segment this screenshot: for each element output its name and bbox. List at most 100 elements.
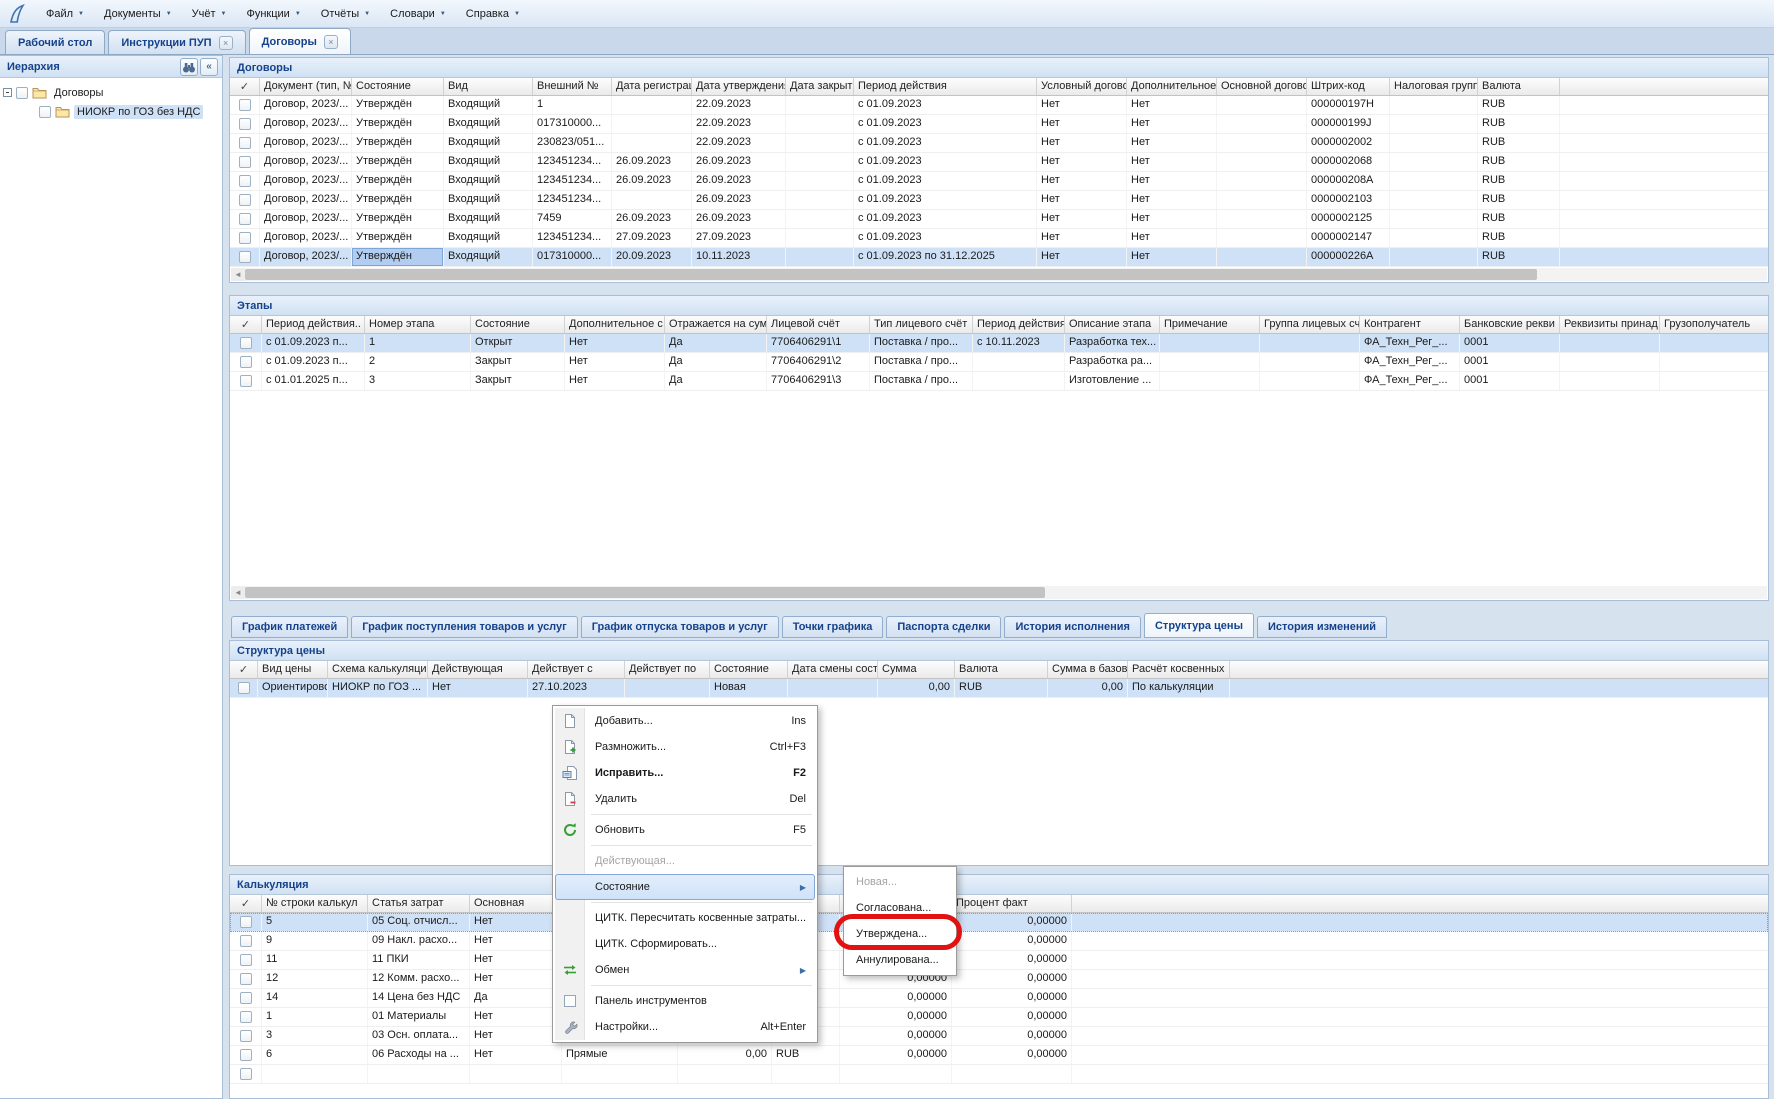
row-checkbox[interactable] bbox=[239, 118, 251, 130]
menu-item-15[interactable]: Панель инструментов bbox=[555, 988, 815, 1014]
row-checkbox[interactable] bbox=[240, 1011, 252, 1023]
tab-1[interactable]: Рабочий стол bbox=[5, 30, 105, 54]
menu-item-1[interactable]: Добавить...Ins bbox=[555, 708, 815, 734]
table-row[interactable]: Договор, 2023/...УтверждёнВходящий123451… bbox=[230, 229, 1768, 248]
column-header[interactable]: Состояние bbox=[352, 78, 444, 95]
contracts-hscrollbar[interactable]: ◄ bbox=[231, 268, 1767, 281]
submenu-item-3[interactable]: Утверждена... bbox=[846, 921, 954, 947]
column-header[interactable]: Дата закрытия bbox=[786, 78, 854, 95]
menu-item-9[interactable]: Состояние▶ bbox=[555, 874, 815, 900]
tree-node-1[interactable]: Договоры bbox=[3, 83, 219, 102]
close-tab-icon[interactable]: × bbox=[324, 35, 338, 49]
column-header[interactable]: Статья затрат bbox=[368, 895, 470, 912]
table-row[interactable]: Договор, 2023/...УтверждёнВходящий017310… bbox=[230, 115, 1768, 134]
column-header[interactable]: Вид bbox=[444, 78, 533, 95]
menubar-item-3[interactable]: Учёт▼ bbox=[182, 3, 237, 25]
column-header[interactable]: Дата смены состоя bbox=[788, 661, 878, 678]
subtab-6[interactable]: История исполнения bbox=[1004, 616, 1141, 638]
scrollbar-thumb[interactable] bbox=[245, 269, 1537, 280]
table-row[interactable]: Договор, 2023/...УтверждёнВходящий017310… bbox=[230, 248, 1768, 267]
menu-item-2[interactable]: Размножить...Ctrl+F3 bbox=[555, 734, 815, 760]
column-header[interactable]: Внешний № bbox=[533, 78, 612, 95]
row-checkbox[interactable] bbox=[239, 99, 251, 111]
menu-item-6[interactable]: ОбновитьF5 bbox=[555, 817, 815, 843]
column-header[interactable]: Реквизиты принад bbox=[1560, 316, 1660, 333]
row-checkbox[interactable] bbox=[238, 682, 250, 694]
row-checkbox[interactable] bbox=[240, 1030, 252, 1042]
column-header[interactable]: ✓ bbox=[230, 895, 262, 912]
menubar-item-1[interactable]: Файл▼ bbox=[36, 3, 94, 25]
row-checkbox[interactable] bbox=[239, 213, 251, 225]
column-header[interactable]: Тип лицевого счёт bbox=[870, 316, 973, 333]
column-header[interactable]: Грузополучатель bbox=[1660, 316, 1768, 333]
column-header[interactable]: № строки калькул bbox=[262, 895, 368, 912]
column-header[interactable]: Лицевой счёт bbox=[767, 316, 870, 333]
menu-item-12[interactable]: ЦИТК. Сформировать... bbox=[555, 931, 815, 957]
row-checkbox[interactable] bbox=[240, 992, 252, 1004]
row-checkbox[interactable] bbox=[239, 156, 251, 168]
row-checkbox[interactable] bbox=[240, 375, 252, 387]
collapse-panel-button[interactable]: « bbox=[200, 58, 218, 76]
column-header[interactable]: Сумма bbox=[878, 661, 955, 678]
column-header[interactable]: Процент факт bbox=[952, 895, 1072, 912]
menubar-item-4[interactable]: Функции▼ bbox=[236, 3, 310, 25]
row-checkbox[interactable] bbox=[239, 232, 251, 244]
column-header[interactable]: Состояние bbox=[710, 661, 788, 678]
menu-item-16[interactable]: Настройки...Alt+Enter bbox=[555, 1014, 815, 1040]
row-checkbox[interactable] bbox=[240, 935, 252, 947]
table-row[interactable]: 1111 ПКИНет0,000000,00000 bbox=[230, 951, 1768, 970]
column-header[interactable]: Основной договор bbox=[1217, 78, 1307, 95]
table-row[interactable]: с 01.09.2023 п...2ЗакрытНетДа7706406291\… bbox=[230, 353, 1768, 372]
table-row[interactable]: Ориентировоч...НИОКР по ГОЗ ...Нет27.10.… bbox=[230, 679, 1768, 698]
column-header[interactable]: Расчёт косвенных bbox=[1128, 661, 1230, 678]
subtab-4[interactable]: Точки графика bbox=[782, 616, 884, 638]
column-header[interactable]: Дата регистрации. bbox=[612, 78, 692, 95]
tab-2[interactable]: Инструкции ПУП× bbox=[108, 30, 245, 54]
tree-node-2[interactable]: НИОКР по ГОЗ без НДС bbox=[3, 102, 219, 121]
submenu-item-4[interactable]: Аннулирована... bbox=[846, 947, 954, 973]
column-header[interactable]: Штрих-код bbox=[1307, 78, 1390, 95]
column-header[interactable]: ✓ bbox=[230, 78, 260, 95]
row-checkbox[interactable] bbox=[240, 337, 252, 349]
table-row[interactable]: 1212 Комм. расхо...Нет0,000000,00000 bbox=[230, 970, 1768, 989]
menubar-item-6[interactable]: Словари▼ bbox=[380, 3, 456, 25]
row-checkbox[interactable] bbox=[239, 251, 251, 263]
search-binoculars-button[interactable] bbox=[180, 58, 198, 76]
column-header[interactable]: Дополнительное с bbox=[1127, 78, 1217, 95]
tree-checkbox[interactable] bbox=[16, 87, 28, 99]
column-header[interactable]: Основная bbox=[470, 895, 562, 912]
subtab-3[interactable]: График отпуска товаров и услуг bbox=[581, 616, 779, 638]
subtab-7[interactable]: Структура цены bbox=[1144, 613, 1254, 638]
expand-collapse-icon[interactable] bbox=[3, 88, 12, 97]
tab-3[interactable]: Договоры× bbox=[249, 28, 351, 54]
column-header[interactable]: Условный договор bbox=[1037, 78, 1127, 95]
row-checkbox[interactable] bbox=[239, 175, 251, 187]
column-header[interactable]: Описание этапа bbox=[1065, 316, 1160, 333]
column-header[interactable]: Налоговая группа. bbox=[1390, 78, 1478, 95]
column-header[interactable]: Состояние bbox=[471, 316, 565, 333]
table-row[interactable]: 606 Расходы на ...НетПрямые0,00RUB0,0000… bbox=[230, 1046, 1768, 1065]
table-row[interactable]: Договор, 2023/...УтверждёнВходящий123451… bbox=[230, 153, 1768, 172]
scroll-left-icon[interactable]: ◄ bbox=[231, 268, 245, 281]
column-header[interactable]: Вид цены bbox=[258, 661, 328, 678]
row-checkbox[interactable] bbox=[239, 194, 251, 206]
tree-checkbox[interactable] bbox=[39, 106, 51, 118]
stages-hscrollbar[interactable]: ◄ bbox=[231, 586, 1767, 599]
column-header[interactable]: Период действия д bbox=[973, 316, 1065, 333]
table-row[interactable]: 505 Соц. отчисл...Нет0,000000,00000 bbox=[230, 913, 1768, 932]
table-row[interactable]: 101 МатериалыНетПрямые0,00RUB0,000000,00… bbox=[230, 1008, 1768, 1027]
column-header[interactable]: Схема калькуляци bbox=[328, 661, 428, 678]
row-checkbox[interactable] bbox=[239, 137, 251, 149]
column-header[interactable]: Валюта bbox=[955, 661, 1048, 678]
column-header[interactable]: Банковские рекви bbox=[1460, 316, 1560, 333]
column-header[interactable]: ✓ bbox=[230, 316, 262, 333]
menu-item-11[interactable]: ЦИТК. Пересчитать косвенные затраты... bbox=[555, 905, 815, 931]
table-row[interactable]: Договор, 2023/...УтверждёнВходящий123451… bbox=[230, 191, 1768, 210]
column-header[interactable]: Контрагент bbox=[1360, 316, 1460, 333]
table-row[interactable]: с 01.01.2025 п...3ЗакрытНетДа7706406291\… bbox=[230, 372, 1768, 391]
column-header[interactable]: Действует с bbox=[528, 661, 625, 678]
row-checkbox[interactable] bbox=[240, 1049, 252, 1061]
subtab-5[interactable]: Паспорта сделки bbox=[886, 616, 1001, 638]
column-header[interactable]: Действующая bbox=[428, 661, 528, 678]
column-header[interactable]: Номер этапа bbox=[365, 316, 471, 333]
